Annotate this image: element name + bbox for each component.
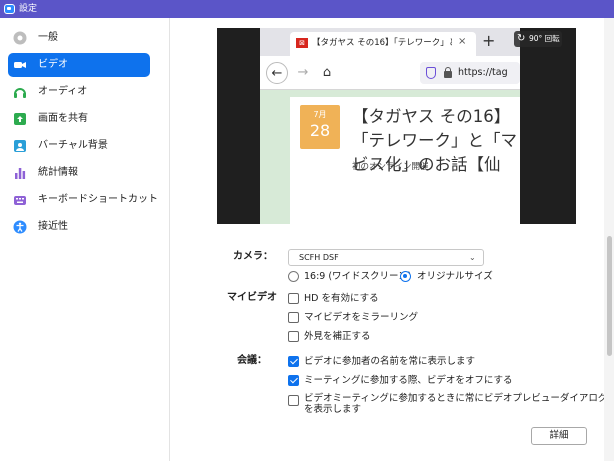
lock-icon [444,67,452,78]
zoom-app-icon [4,4,15,14]
mirror-video-checkbox[interactable] [288,312,299,323]
camera-select[interactable]: SCFH DSF ⌄ [288,249,484,266]
settings-window: 設定 一般 ビデオ オーディオ 画面を共有 バーチャル背景 統計情報 キーボード… [0,0,614,461]
arrow-right-icon: → [297,65,309,80]
video-settings-panel: ⊠ 【タガヤス その16】「テレワーク」と「マ × + ← → ⌂ https:… [171,18,614,461]
preview-page: 7月 28 【タガヤス その16】「テレワーク」と「マ ビス化」のお話【仙 初の… [260,91,520,224]
sidebar-item-label: バーチャル背景 [38,140,108,151]
turn-off-video-on-join-label: ミーティングに参加する際、ビデオをオフにする [304,375,513,386]
vertical-scrollbar[interactable] [604,18,614,461]
chevron-down-icon: ⌄ [469,253,476,262]
settings-sidebar: 一般 ビデオ オーディオ 画面を共有 バーチャル背景 統計情報 キーボードショー… [0,18,170,461]
show-participant-names-checkbox[interactable] [288,356,299,367]
meeting-label: 会議： [237,355,267,366]
sidebar-item-label: オーディオ [38,86,88,97]
preview-date-month: 7月 [313,110,327,119]
sidebar-item-general[interactable]: 一般 [8,26,150,50]
show-video-preview-checkbox[interactable] [288,395,299,406]
headphones-icon [14,88,26,98]
preview-article-subtitle: 初のオンライン開催 [352,162,429,172]
keyboard-icon [14,196,26,205]
camera-select-value: SCFH DSF [299,253,339,262]
turn-off-video-on-join-checkbox[interactable] [288,375,299,386]
video-camera-icon [14,62,26,68]
preview-url: https://tag [458,67,508,78]
favicon-icon: ⊠ [296,38,308,48]
show-video-preview-label: ビデオミーティングに参加するときに常にビデオプレビューダイアログを表示します [304,393,608,415]
statistics-icon [15,168,26,179]
plus-icon: + [482,31,496,50]
enable-hd-label: HD を有効にする [304,293,379,304]
sidebar-item-video[interactable]: ビデオ [8,53,150,77]
sidebar-item-accessibility[interactable]: 接近性 [8,215,150,239]
aspect-original-label: オリジナルサイズ [417,271,493,282]
sidebar-item-label: ビデオ [38,59,68,70]
preview-date-badge: 7月 28 [300,105,340,149]
title-bar: 設定 [0,0,614,18]
show-participant-names-label: ビデオに参加者の名前を常に表示します [304,356,476,367]
sidebar-item-label: キーボードショートカット [38,194,158,205]
share-screen-icon [14,113,26,125]
advanced-button[interactable]: 詳細 [531,427,587,445]
sidebar-item-label: 接近性 [38,221,68,232]
preview-browser-capture: ⊠ 【タガヤス その16】「テレワーク」と「マ × + ← → ⌂ https:… [260,28,520,224]
mirror-video-label: マイビデオをミラーリング [304,312,419,323]
sidebar-item-statistics[interactable]: 統計情報 [8,161,150,185]
sidebar-item-label: 一般 [38,32,58,43]
aspect-16-9-label: 16:9 (ワイドスクリーン) [304,271,412,282]
sidebar-item-label: 画面を共有 [38,113,88,124]
sidebar-item-virtual-background[interactable]: バーチャル背景 [8,134,150,158]
aspect-16-9-radio[interactable] [288,271,299,282]
sidebar-item-audio[interactable]: オーディオ [8,80,150,104]
gear-icon [13,31,27,45]
preview-tab-bar: ⊠ 【タガヤス その16】「テレワーク」と「マ × + [260,28,520,56]
window-title: 設定 [19,4,38,14]
arrow-left-icon: ← [266,62,288,84]
shield-icon [426,67,436,79]
home-icon: ⌂ [322,65,332,80]
enable-hd-checkbox[interactable] [288,293,299,304]
sidebar-item-keyboard-shortcuts[interactable]: キーボードショートカット [8,188,158,212]
accessibility-icon [13,220,27,234]
video-preview: ⊠ 【タガヤス その16】「テレワーク」と「マ × + ← → ⌂ https:… [217,28,576,224]
rotate-label: 90° 回転 [529,34,560,43]
scrollbar-thumb[interactable] [607,236,612,356]
preview-tab-title: 【タガヤス その16】「テレワーク」と「マ [312,38,452,48]
camera-label: カメラ： [233,251,273,262]
preview-tab: ⊠ 【タガヤス その16】「テレワーク」と「マ × [290,32,476,56]
preview-url-bar: https://tag [420,62,520,84]
preview-date-day: 28 [309,121,331,140]
rotate-icon: ↻ [517,33,526,44]
rotate-90-button[interactable]: ↻ 90° 回転 [514,31,562,47]
sidebar-item-share-screen[interactable]: 画面を共有 [8,107,150,131]
touch-up-appearance-label: 外見を補正する [304,331,371,342]
touch-up-appearance-checkbox[interactable] [288,331,299,342]
preview-article-card: 7月 28 【タガヤス その16】「テレワーク」と「マ ビス化」のお話【仙 初の… [290,97,520,224]
close-icon: × [458,36,467,47]
sidebar-item-label: 統計情報 [38,167,78,178]
virtual-background-icon [14,140,26,152]
my-video-label: マイビデオ [227,292,277,303]
aspect-original-radio[interactable] [400,271,411,282]
preview-nav-bar: ← → ⌂ https://tag [260,56,520,90]
